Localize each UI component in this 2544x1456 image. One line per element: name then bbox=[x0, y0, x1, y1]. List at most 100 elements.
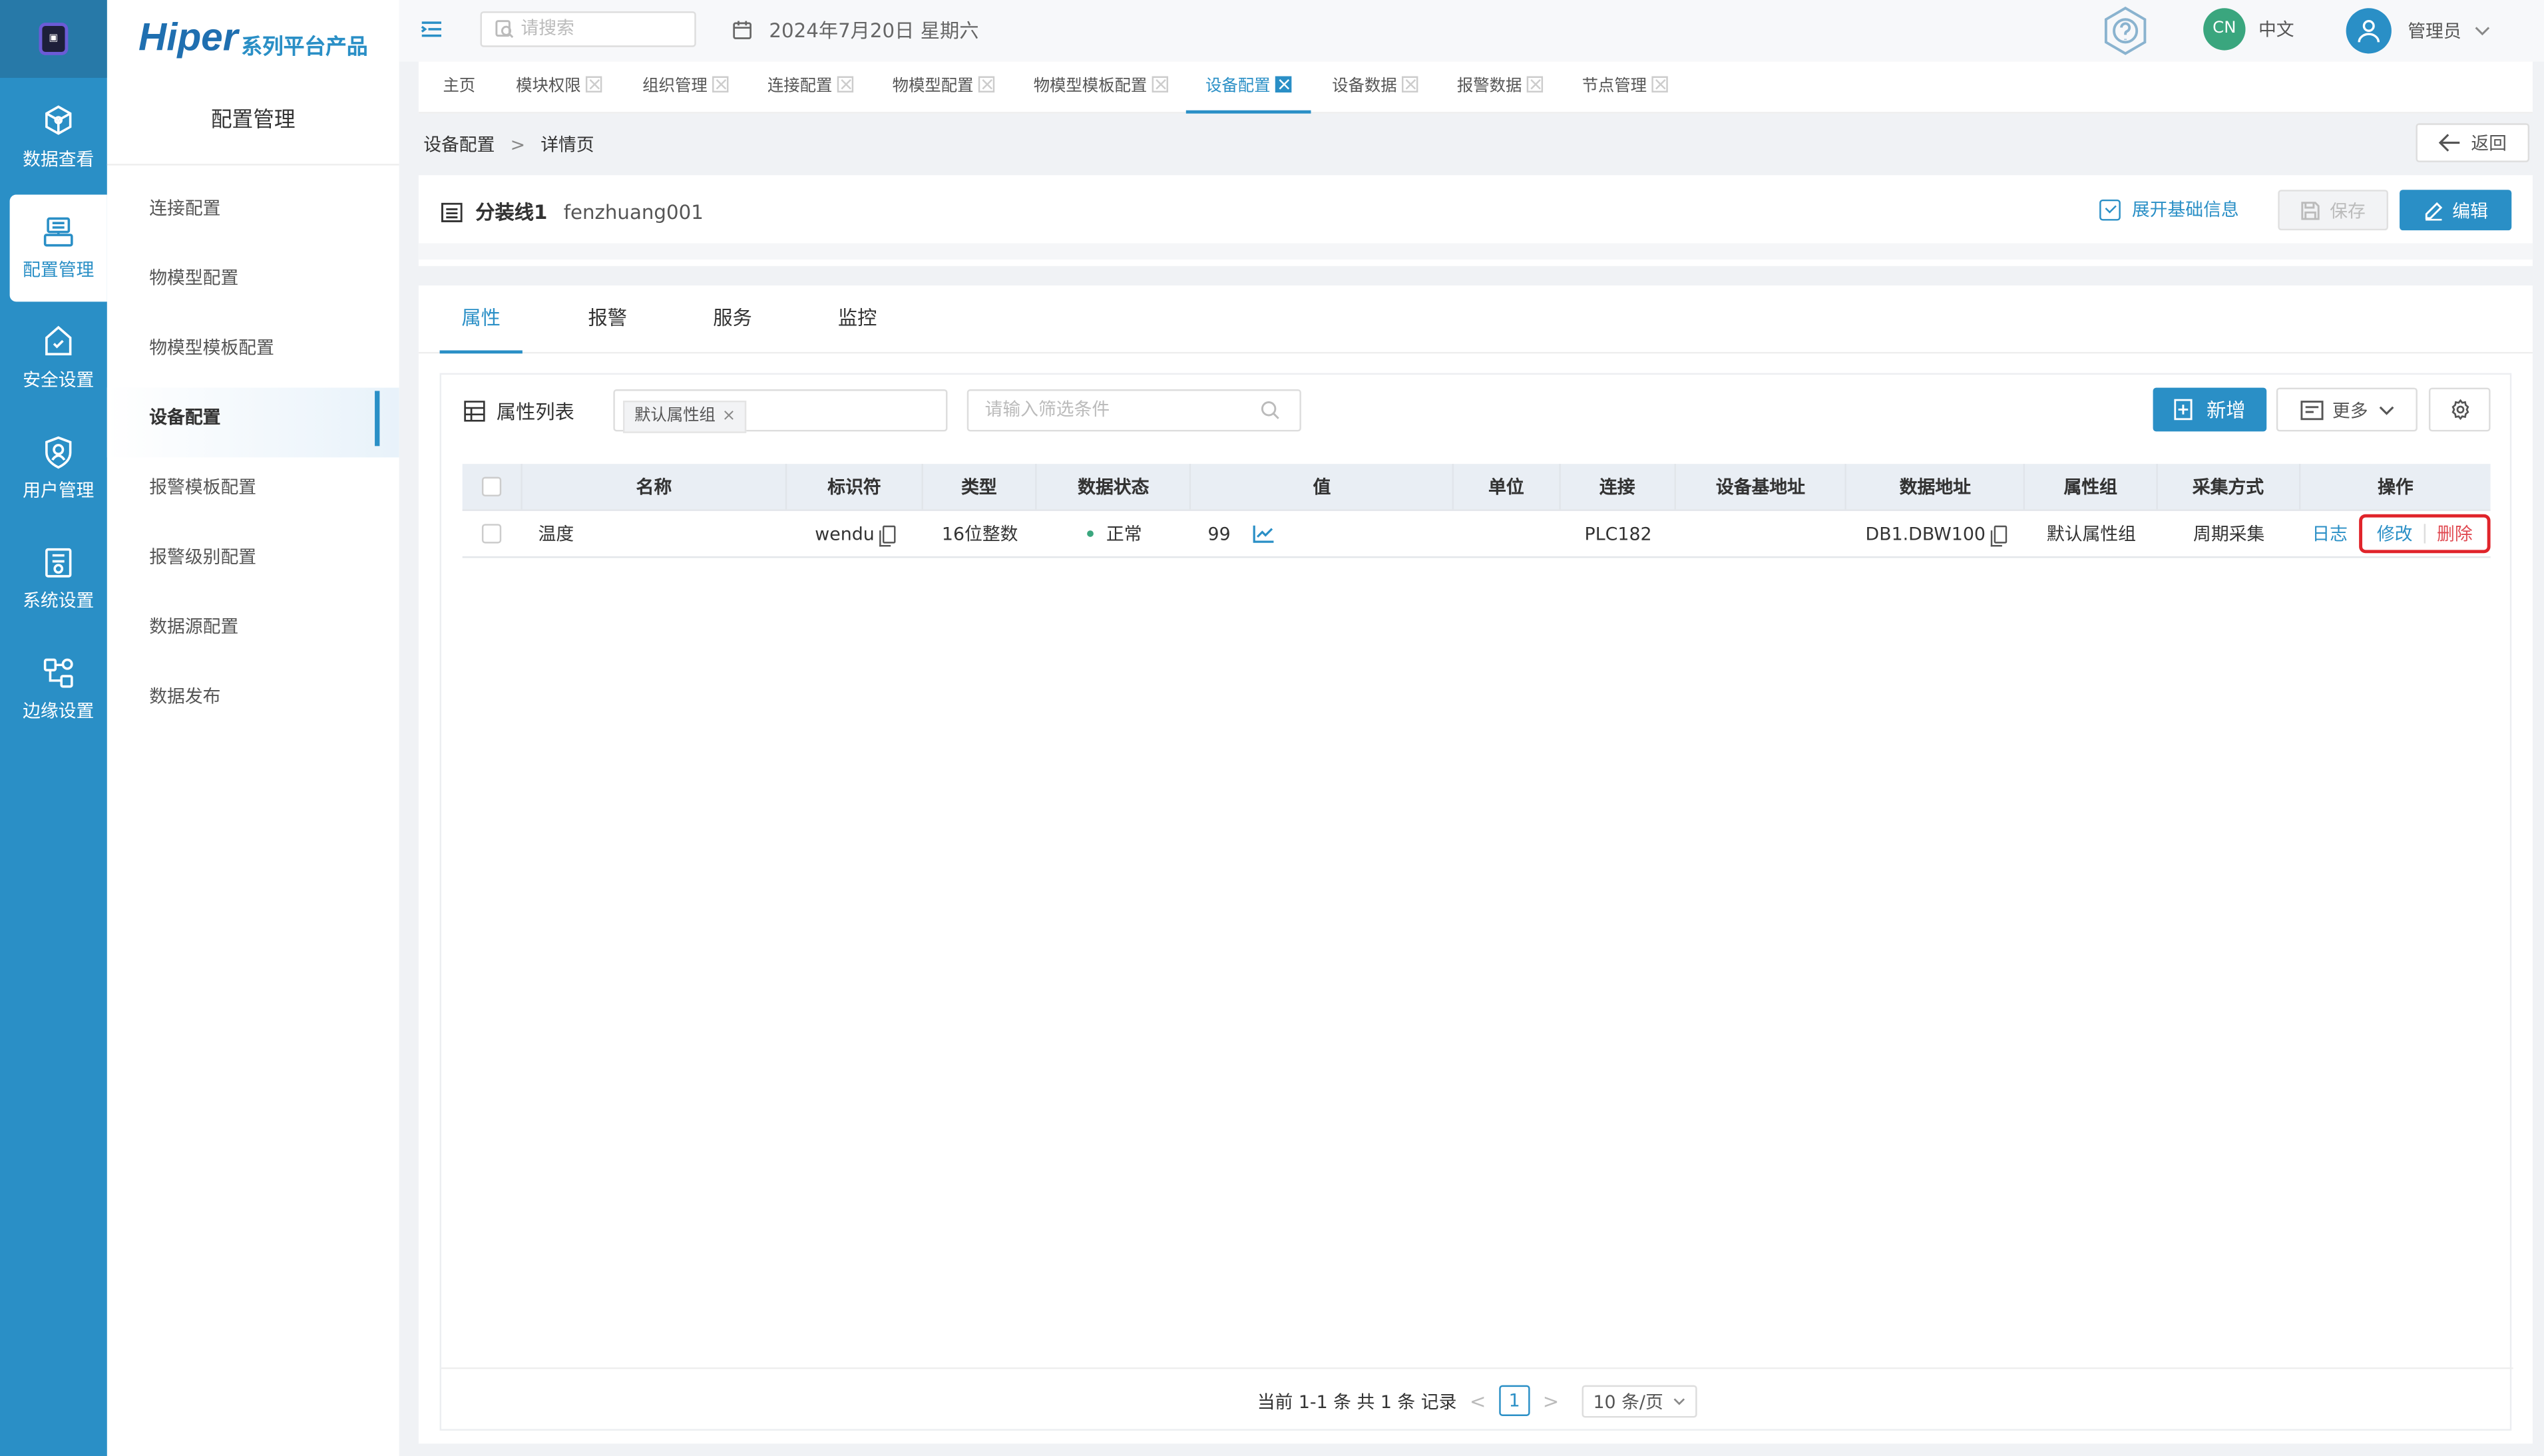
table-row: 温度 wendu 16位整数 正常 99 PLC182 DB1.DBW100 默… bbox=[462, 511, 2491, 558]
tab-label: 物模型模板配置 bbox=[1033, 78, 1148, 96]
page-tabs: 主页 模块权限 组织管理 连接配置 物模型配置 物模型模板配置 设备配置 设备数… bbox=[418, 61, 2533, 114]
tab-monitoring[interactable]: 监控 bbox=[819, 285, 896, 353]
property-group-select[interactable]: 默认属性组 × bbox=[613, 389, 948, 433]
tab-device-config[interactable]: 设备配置 bbox=[1185, 62, 1311, 114]
log-link[interactable]: 日志 bbox=[2312, 520, 2348, 546]
cell-type: 16位整数 bbox=[941, 524, 1018, 545]
sidebar-item-connection-config[interactable]: 连接配置 bbox=[107, 178, 399, 248]
rail-item-edge[interactable]: 边缘设置 bbox=[10, 636, 107, 743]
col-group[interactable]: 属性组 bbox=[2025, 464, 2158, 510]
tab-close-icon[interactable] bbox=[837, 76, 854, 92]
edit-button[interactable]: 编辑 bbox=[2400, 190, 2512, 231]
cell-name: 温度 bbox=[538, 524, 574, 545]
save-button[interactable]: 保存 bbox=[2278, 190, 2388, 231]
chip-close-icon[interactable]: × bbox=[722, 407, 736, 425]
prev-page-button[interactable]: < bbox=[1470, 1389, 1486, 1412]
rail-item-security[interactable]: 安全设置 bbox=[10, 305, 107, 412]
user-name: 管理员 bbox=[2408, 21, 2461, 43]
tab-close-icon[interactable] bbox=[1651, 76, 1668, 92]
rail-item-system[interactable]: 系统设置 bbox=[10, 526, 107, 633]
tab-close-icon[interactable] bbox=[978, 76, 995, 92]
search-input[interactable]: 请搜索 bbox=[480, 11, 696, 47]
sidebar-item-thing-model-config[interactable]: 物模型配置 bbox=[107, 248, 399, 318]
tab-module-permission[interactable]: 模块权限 bbox=[516, 62, 602, 114]
breadcrumb-current: 详情页 bbox=[540, 134, 594, 156]
modify-link[interactable]: 修改 bbox=[2377, 520, 2413, 546]
help-icon[interactable] bbox=[2099, 5, 2151, 57]
page-size-select[interactable]: 10 条/页 bbox=[1582, 1384, 1697, 1417]
trend-chart-icon[interactable] bbox=[1253, 524, 1276, 543]
tab-connection-config[interactable]: 连接配置 bbox=[767, 62, 854, 114]
sidebar-item-alarm-template-config[interactable]: 报警模板配置 bbox=[107, 457, 399, 527]
cell-group: 默认属性组 bbox=[2046, 524, 2136, 545]
menu-toggle-icon[interactable] bbox=[419, 16, 445, 42]
col-status[interactable]: 数据状态 bbox=[1037, 464, 1192, 510]
delete-link[interactable]: 删除 bbox=[2437, 520, 2473, 546]
tab-alarms[interactable]: 报警 bbox=[570, 285, 646, 353]
copy-icon[interactable] bbox=[879, 524, 896, 546]
col-base-address[interactable]: 设备基地址 bbox=[1676, 464, 1847, 510]
rail-item-data-view[interactable]: 数据查看 bbox=[10, 85, 107, 192]
col-connection[interactable]: 连接 bbox=[1560, 464, 1677, 510]
copy-icon[interactable] bbox=[1990, 524, 2007, 546]
tab-close-icon[interactable] bbox=[1402, 76, 1418, 92]
user-shield-icon bbox=[45, 436, 72, 469]
language-switch[interactable]: CN 中文 bbox=[2203, 8, 2294, 51]
next-page-button[interactable]: > bbox=[1543, 1389, 1560, 1412]
cell-base-address bbox=[1676, 511, 1846, 556]
col-data-address[interactable]: 数据地址 bbox=[1846, 464, 2025, 510]
select-all-checkbox[interactable] bbox=[481, 476, 501, 496]
back-button[interactable]: 返回 bbox=[2416, 123, 2530, 162]
col-actions: 操作 bbox=[2378, 476, 2414, 498]
breadcrumb-parent[interactable]: 设备配置 bbox=[423, 134, 495, 156]
tab-thing-model-config[interactable]: 物模型配置 bbox=[893, 62, 995, 114]
edge-network-icon bbox=[43, 658, 73, 688]
rail-item-users[interactable]: 用户管理 bbox=[10, 415, 107, 522]
filter-input[interactable]: 请输入筛选条件 bbox=[966, 389, 1301, 432]
tab-close-icon[interactable] bbox=[1152, 76, 1168, 92]
cell-collect: 周期采集 bbox=[2193, 524, 2265, 545]
add-button[interactable]: 新增 bbox=[2153, 387, 2267, 432]
tab-device-data[interactable]: 设备数据 bbox=[1332, 62, 1418, 114]
sidebar-item-thing-model-template-config[interactable]: 物模型模板配置 bbox=[107, 318, 399, 388]
tab-close-icon[interactable] bbox=[1275, 76, 1292, 92]
col-value[interactable]: 值 bbox=[1191, 464, 1454, 510]
group-chip: 默认属性组 × bbox=[623, 401, 747, 433]
expand-basic-info[interactable]: 展开基础信息 bbox=[2099, 196, 2239, 222]
rail-item-config[interactable]: 配置管理 bbox=[9, 194, 107, 302]
tab-alarm-data[interactable]: 报警数据 bbox=[1457, 62, 1544, 114]
sidebar-item-datasource-config[interactable]: 数据源配置 bbox=[107, 597, 399, 667]
tab-properties[interactable]: 属性 bbox=[439, 285, 523, 354]
sidebar-item-data-publish[interactable]: 数据发布 bbox=[107, 667, 399, 737]
properties-table: 名称 标识符 类型 数据状态 值 单位 连接 设备基地址 数据地址 属性组 采集… bbox=[462, 464, 2491, 558]
col-identifier[interactable]: 标识符 bbox=[787, 464, 923, 510]
more-button[interactable]: 更多 bbox=[2276, 387, 2418, 432]
divider bbox=[2424, 524, 2426, 544]
col-name[interactable]: 名称 bbox=[522, 464, 788, 510]
tab-node-management[interactable]: 节点管理 bbox=[1582, 62, 1668, 114]
top-header: 请搜索 2024年7月20日 星期六 CN 中文 管理员 bbox=[399, 0, 2544, 62]
add-icon bbox=[2174, 399, 2193, 421]
tab-home[interactable]: 主页 bbox=[443, 62, 475, 114]
tab-services[interactable]: 服务 bbox=[694, 285, 771, 353]
sidebar-item-device-config[interactable]: 设备配置 bbox=[106, 387, 399, 458]
tab-thing-model-template-config[interactable]: 物模型模板配置 bbox=[1034, 62, 1168, 114]
row-checkbox[interactable] bbox=[482, 524, 503, 544]
tab-close-icon[interactable] bbox=[585, 76, 602, 92]
tab-org-management[interactable]: 组织管理 bbox=[642, 62, 729, 114]
value-text: 99 bbox=[1207, 523, 1231, 544]
chevron-down-icon bbox=[2378, 405, 2394, 415]
column-settings-button[interactable] bbox=[2428, 387, 2491, 432]
col-type[interactable]: 类型 bbox=[923, 464, 1037, 510]
tab-close-icon[interactable] bbox=[712, 76, 729, 92]
user-menu[interactable]: 管理员 bbox=[2346, 8, 2491, 54]
page-number-button[interactable]: 1 bbox=[1498, 1385, 1530, 1416]
cell-unit bbox=[1454, 511, 1560, 556]
app-logo[interactable]: ▣ bbox=[0, 0, 107, 78]
col-unit[interactable]: 单位 bbox=[1454, 464, 1560, 510]
chevron-down-icon bbox=[2475, 27, 2490, 36]
gear-icon bbox=[2451, 399, 2469, 421]
col-collect[interactable]: 采集方式 bbox=[2157, 464, 2301, 510]
sidebar-item-alarm-level-config[interactable]: 报警级别配置 bbox=[107, 527, 399, 597]
tab-close-icon[interactable] bbox=[1526, 76, 1544, 92]
